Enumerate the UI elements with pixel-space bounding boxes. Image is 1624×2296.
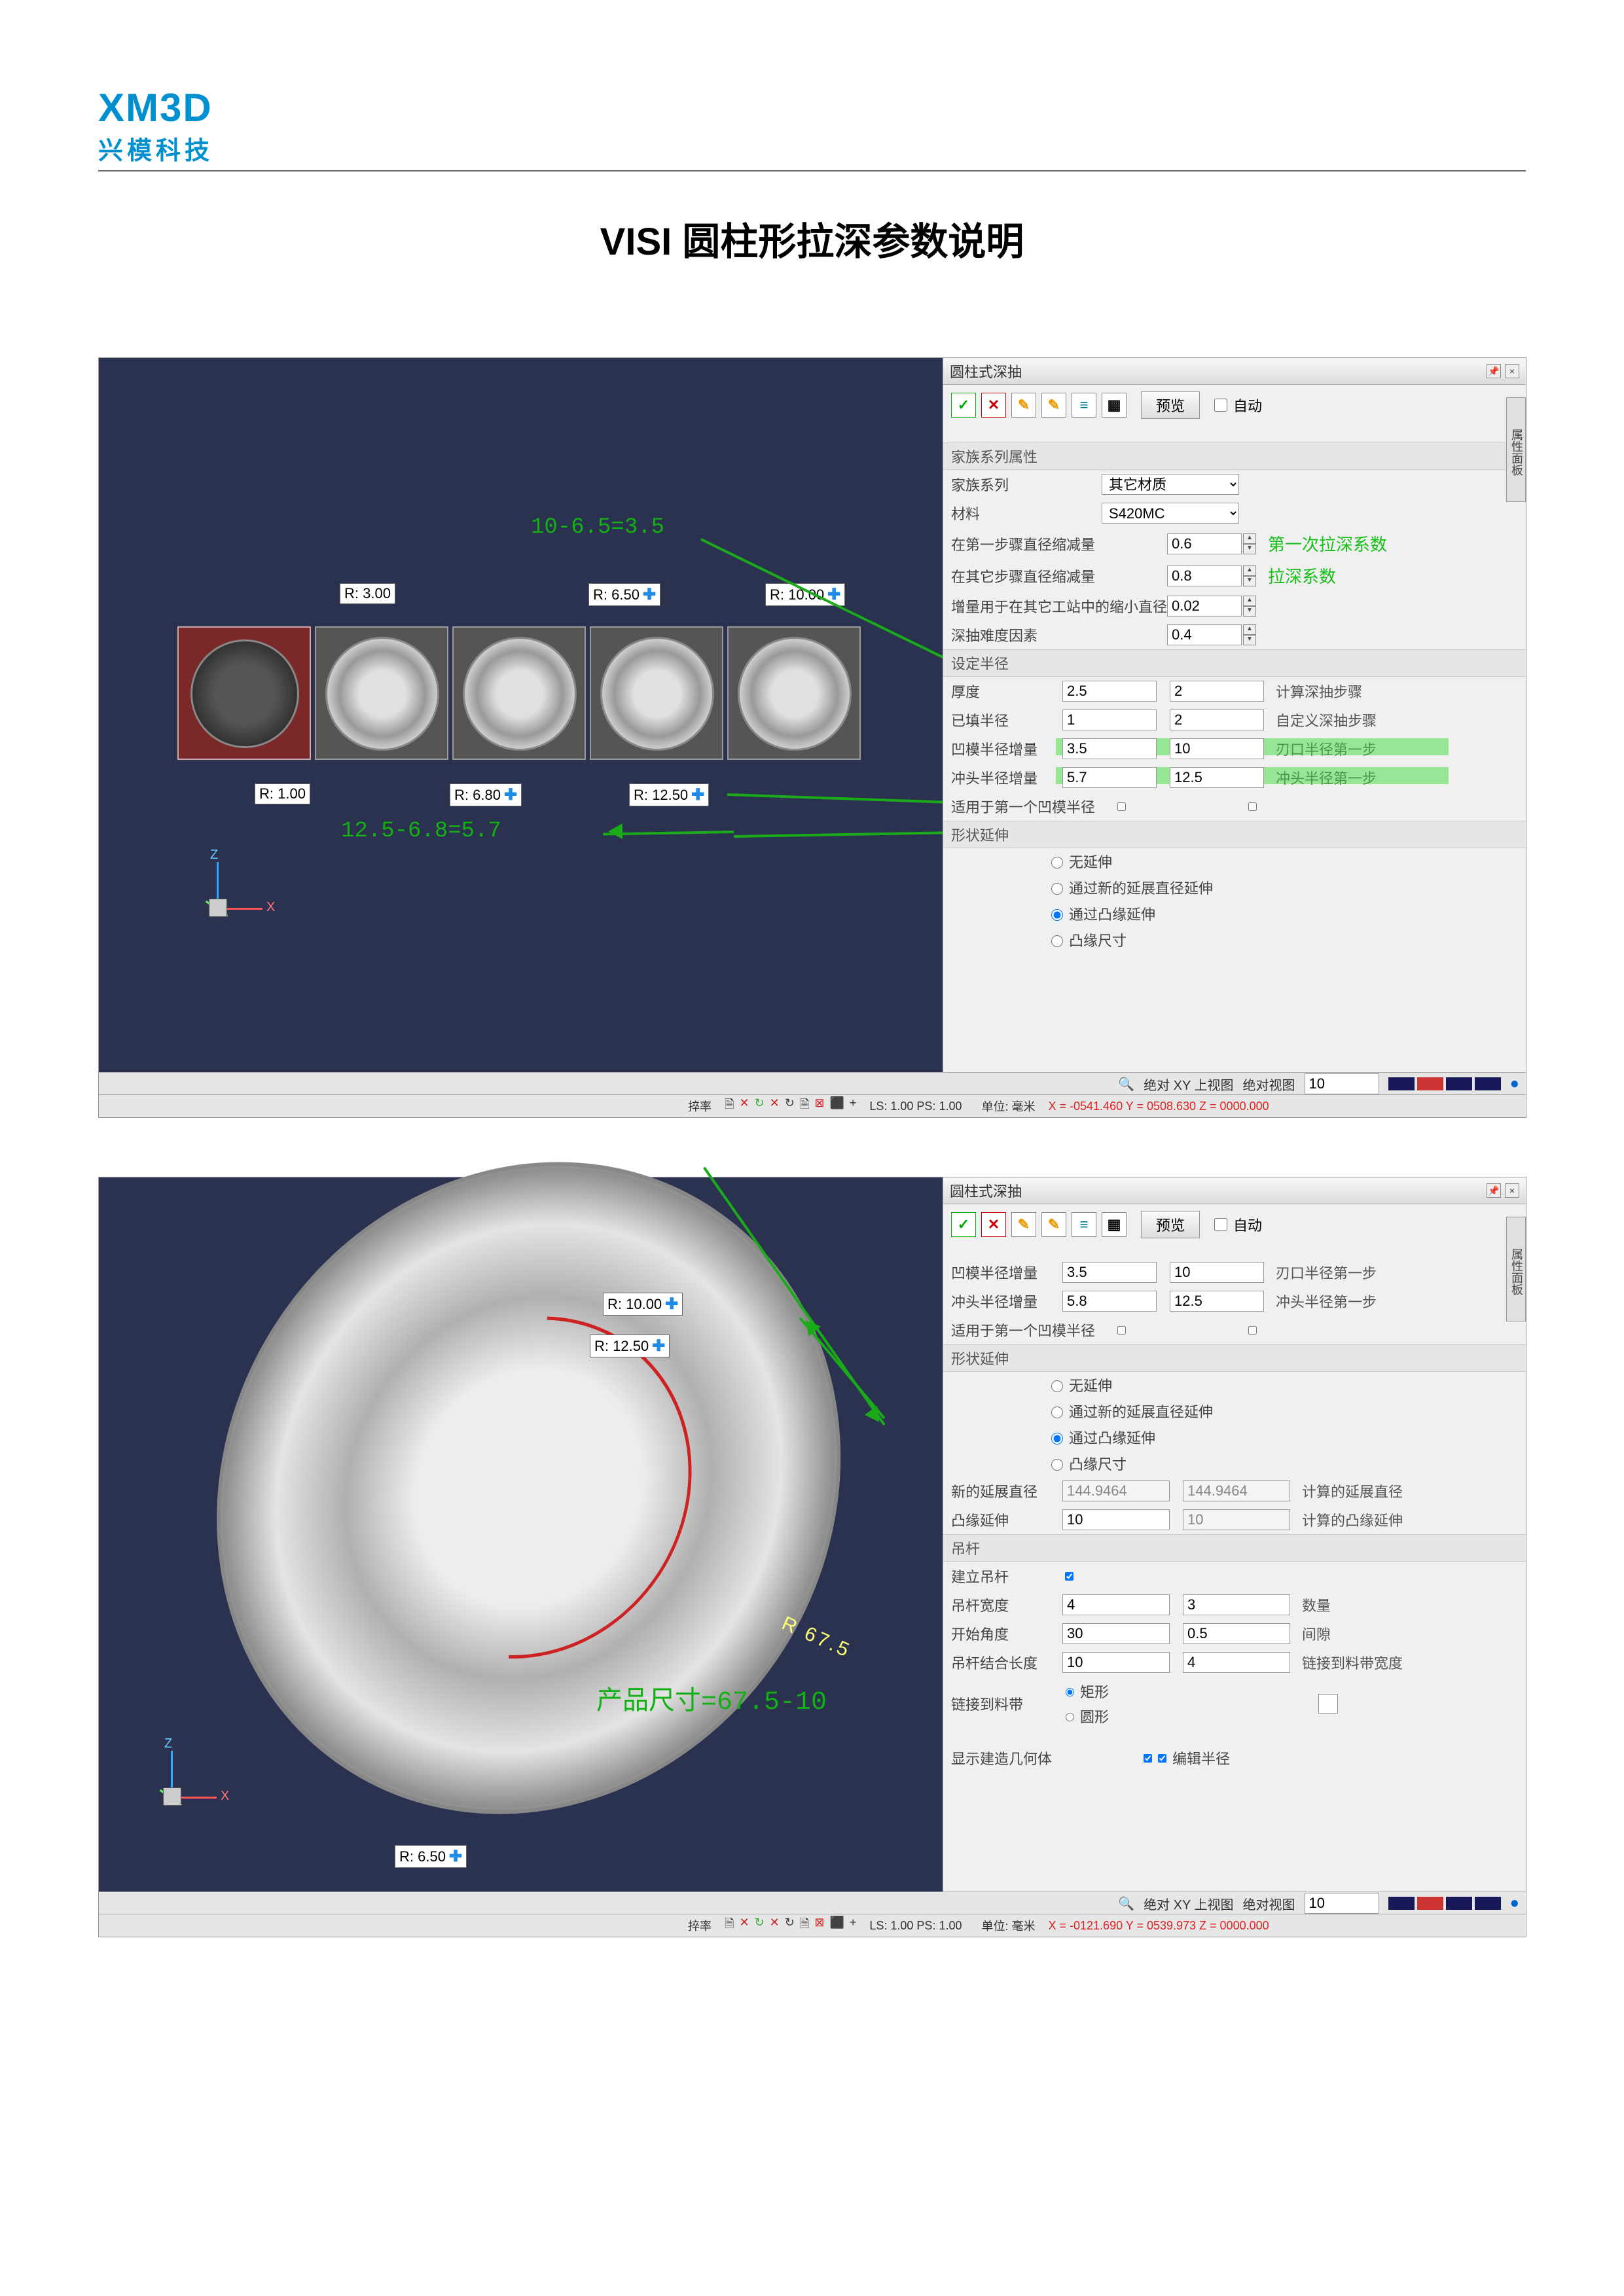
brand-logo: XM3D 兴模科技 (98, 85, 1526, 171)
section-radius: 设定半径 (943, 649, 1526, 677)
tool-icon-2[interactable]: ✎ (1041, 393, 1066, 418)
family-select[interactable]: 其它材质 (1102, 474, 1239, 495)
viewport-2[interactable]: R: 10.00✚ R: 12.50✚ R: 6.50✚ R 67.5 产品尺寸… (99, 1177, 943, 1892)
link-circ-radio[interactable] (1066, 1713, 1074, 1721)
apply-first-die-checkbox[interactable] (1117, 802, 1126, 811)
tool-icon-3[interactable]: ≡ (1072, 393, 1096, 418)
doc-title: VISI 圆柱形拉深参数说明 (98, 211, 1526, 266)
tag2-r650: R: 6.50✚ (395, 1845, 467, 1868)
logo-line2: 兴模科技 (98, 130, 1526, 166)
tag-r1250: R: 12.50✚ (629, 783, 709, 806)
pin-icon[interactable]: 📌 (1487, 364, 1501, 378)
screenshot-2: R: 10.00✚ R: 12.50✚ R: 6.50✚ R 67.5 产品尺寸… (98, 1177, 1526, 1937)
logo-line1: XM3D (98, 85, 1526, 130)
viewport-1[interactable]: R: 3.00 R: 6.50✚ R: 10.00✚ R: 1.00 R: 6.… (99, 358, 943, 1073)
annot-product-size: 产品尺寸=67.5-10 (596, 1679, 827, 1717)
first-reduce-input[interactable] (1167, 533, 1242, 554)
annot-eq1: 10-6.5=3.5 (531, 515, 664, 540)
screenshot-1: R: 3.00 R: 6.50✚ R: 10.00✚ R: 1.00 R: 6.… (98, 357, 1526, 1118)
tag-r680: R: 6.80✚ (450, 783, 522, 806)
cancel-button[interactable]: ✕ (981, 393, 1006, 418)
link-rect-radio[interactable] (1066, 1688, 1074, 1696)
tag-r300: R: 3.00 (340, 583, 395, 604)
tag-r650: R: 6.50✚ (588, 583, 660, 606)
material-select[interactable]: S420MC (1102, 503, 1239, 524)
tag-r100: R: 1.00 (255, 783, 310, 804)
annot-eq2: 12.5-6.8=5.7 (341, 819, 501, 844)
note-first-coef: 第一次拉深系数 (1268, 531, 1387, 556)
auto-checkbox[interactable]: 自动 (1212, 395, 1262, 416)
tag2-r1250: R: 12.50✚ (590, 1335, 670, 1357)
panel-1: 圆柱式深抽 📌× ✓ ✕ ✎ ✎ ≡ ▦ 预览 自动 家族系列属性 家族系列其它… (943, 358, 1526, 1073)
ok-button[interactable]: ✓ (951, 393, 976, 418)
panel-2: 圆柱式深抽📌× ✓ ✕ ✎ ✎ ≡ ▦ 预览 自动 凹模半径增量刃口半径第一步 … (943, 1177, 1526, 1892)
radio-none[interactable] (1051, 857, 1063, 869)
axis-gizmo-2[interactable]: ZX (138, 1751, 217, 1829)
close-icon[interactable]: × (1505, 364, 1519, 378)
preview-button[interactable]: 预览 (1141, 391, 1200, 419)
tool-icon-4[interactable]: ▦ (1102, 393, 1127, 418)
side-tab[interactable]: 属性面板 (1506, 397, 1526, 502)
note-deep-coef: 拉深系数 (1268, 564, 1336, 588)
section-extend: 形状延伸 (943, 821, 1526, 848)
status-lower-2: 捽率 🗎✕↻✕↻🗎⊠⬛+ LS: 1.00 PS: 1.00 单位: 毫米 X … (99, 1914, 1526, 1937)
tool-icon-1[interactable]: ✎ (1011, 393, 1036, 418)
radio-flangesize[interactable] (1051, 935, 1063, 947)
cancel-button-2[interactable]: ✕ (981, 1212, 1006, 1237)
build-hanger-checkbox[interactable] (1065, 1572, 1074, 1581)
ok-button-2[interactable]: ✓ (951, 1212, 976, 1237)
section-properties: 家族系列属性 (943, 442, 1526, 470)
radio-newdiam[interactable] (1051, 883, 1063, 895)
axis-gizmo[interactable]: ZX (184, 862, 262, 941)
other-reduce-input[interactable] (1167, 565, 1242, 586)
tag2-r1000: R: 10.00✚ (603, 1293, 683, 1316)
radio-flange[interactable] (1051, 909, 1063, 921)
panel-title-1: 圆柱式深抽 📌× (943, 358, 1526, 385)
panel-toolbar: ✓ ✕ ✎ ✎ ≡ ▦ 预览 自动 (943, 385, 1526, 425)
status-upper-2: 🔍绝对 XY 上视图绝对视图 ● (99, 1892, 1526, 1914)
